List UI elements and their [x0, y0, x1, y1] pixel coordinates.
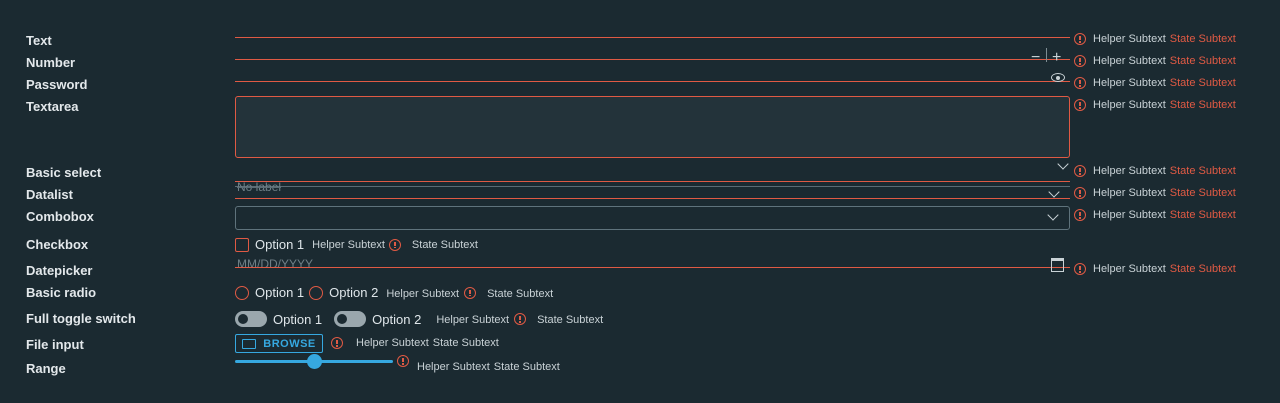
- combobox-input[interactable]: [235, 206, 1070, 230]
- state-subtext: State Subtext: [1169, 209, 1236, 221]
- error-icon: [1074, 33, 1086, 45]
- error-icon: [397, 355, 409, 367]
- helper-subtext: Helper Subtext: [1093, 209, 1166, 221]
- state-subtext: State Subtext: [1169, 263, 1236, 275]
- radio-option-1[interactable]: [235, 285, 249, 300]
- state-subtext: State Subtext: [1169, 165, 1236, 177]
- error-icon: [464, 286, 477, 299]
- number-input[interactable]: [235, 59, 1070, 60]
- error-icon: [1074, 187, 1086, 199]
- radio-option-2[interactable]: [309, 285, 324, 300]
- basic-select[interactable]: [235, 181, 1070, 182]
- checkbox-state: State Subtext: [411, 238, 478, 251]
- basic-radio-label: Basic radio: [26, 285, 97, 300]
- calendar-icon[interactable]: [1051, 258, 1064, 272]
- select-help-row: Helper Subtext State Subtext: [1074, 165, 1236, 177]
- error-icon: [388, 238, 401, 251]
- state-subtext: State Subtext: [1169, 99, 1236, 111]
- radio-helper: Helper Subtext: [386, 287, 460, 300]
- error-icon: [514, 313, 527, 325]
- text-label: Text: [26, 33, 52, 48]
- file-helper: Helper Subtext: [356, 337, 429, 349]
- helper-subtext: Helper Subtext: [1093, 187, 1166, 199]
- file-state: State Subtext: [432, 337, 499, 349]
- helper-subtext: Helper Subtext: [1093, 99, 1166, 111]
- toggle-option-1[interactable]: [235, 311, 267, 327]
- browse-button[interactable]: BROWSE: [235, 334, 323, 353]
- datalist-underline: [235, 198, 1070, 199]
- datalist-input[interactable]: [235, 186, 1070, 187]
- number-label: Number: [26, 55, 76, 70]
- range-label: Range: [26, 361, 66, 376]
- text-input[interactable]: [235, 37, 1070, 38]
- datepicker-input[interactable]: [235, 267, 1070, 268]
- number-help-row: Helper Subtext State Subtext: [1074, 55, 1236, 67]
- range-state: State Subtext: [493, 361, 560, 373]
- text-help-row: Helper Subtext State Subtext: [1074, 33, 1236, 45]
- datalist-placeholder: No label: [237, 180, 282, 194]
- toggle-helper: Helper Subtext: [436, 314, 510, 326]
- helper-subtext: Helper Subtext: [1093, 165, 1166, 177]
- toggle-option-2-label: Option 2: [372, 311, 422, 327]
- password-help-row: Helper Subtext State Subtext: [1074, 77, 1236, 89]
- range-helper: Helper Subtext: [417, 361, 490, 373]
- chevron-down-icon[interactable]: [1057, 158, 1069, 170]
- textarea-label: Textarea: [26, 99, 79, 114]
- datepicker-placeholder: MM/DD/YYYY: [237, 257, 314, 271]
- textarea-help-row: Helper Subtext State Subtext: [1074, 99, 1236, 111]
- error-icon: [1074, 55, 1086, 67]
- toggle-option-1-label: Option 1: [273, 311, 323, 327]
- toggle-option-2[interactable]: [334, 311, 367, 327]
- datalist-help-row: Helper Subtext State Subtext: [1074, 187, 1236, 199]
- checkbox-option-1-label: Option 1: [255, 237, 305, 252]
- password-input[interactable]: [235, 81, 1070, 82]
- eye-icon[interactable]: [1051, 73, 1065, 82]
- textarea-input[interactable]: [235, 96, 1070, 158]
- radio-state: State Subtext: [487, 287, 554, 300]
- range-thumb[interactable]: [306, 354, 322, 369]
- checkbox-label: Checkbox: [26, 237, 89, 252]
- state-subtext: State Subtext: [1169, 187, 1236, 199]
- datalist-label: Datalist: [26, 187, 73, 202]
- helper-subtext: Helper Subtext: [1093, 55, 1166, 67]
- password-label: Password: [26, 77, 88, 92]
- error-icon: [331, 337, 343, 349]
- state-subtext: State Subtext: [1169, 55, 1236, 67]
- decrement-button[interactable]: −: [1031, 49, 1040, 67]
- combobox-label: Combobox: [26, 209, 94, 224]
- toggle-label: Full toggle switch: [26, 311, 136, 326]
- datepicker-help-row: Helper Subtext State Subtext: [1074, 263, 1236, 275]
- file-input-label: File input: [26, 337, 84, 352]
- increment-button[interactable]: +: [1052, 49, 1061, 67]
- combobox-help-row: Helper Subtext State Subtext: [1074, 209, 1236, 221]
- checkbox-helper: Helper Subtext: [312, 238, 385, 251]
- checkbox-option-1[interactable]: [235, 237, 249, 252]
- toggle-state: State Subtext: [537, 314, 604, 326]
- folder-icon: [242, 338, 257, 349]
- error-icon: [1074, 77, 1086, 89]
- state-subtext: State Subtext: [1169, 77, 1236, 89]
- helper-subtext: Helper Subtext: [1093, 263, 1166, 275]
- basic-select-label: Basic select: [26, 165, 102, 180]
- radio-option-1-label: Option 1: [255, 285, 305, 300]
- helper-subtext: Helper Subtext: [1093, 33, 1166, 45]
- error-icon: [1074, 165, 1086, 177]
- state-subtext: State Subtext: [1169, 33, 1236, 45]
- radio-option-2-label: Option 2: [329, 285, 379, 300]
- helper-subtext: Helper Subtext: [1093, 77, 1166, 89]
- browse-button-label: BROWSE: [263, 337, 316, 350]
- error-icon: [1074, 209, 1086, 221]
- error-icon: [1074, 99, 1086, 111]
- stepper-divider: [1046, 48, 1047, 62]
- error-icon: [1074, 263, 1086, 275]
- datepicker-label: Datepicker: [26, 263, 93, 278]
- chevron-down-icon[interactable]: [1048, 186, 1060, 198]
